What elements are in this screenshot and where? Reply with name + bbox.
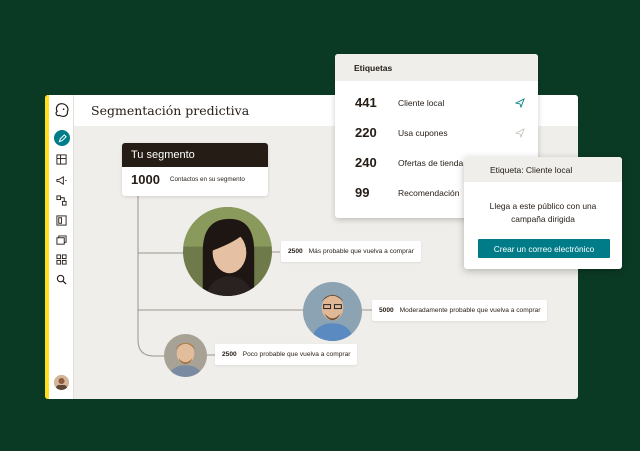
label-row-coupons[interactable]: 220 Usa cupones xyxy=(355,125,525,140)
labels-panel-title: Etiquetas xyxy=(335,54,538,81)
tag-likely-count: 2500 xyxy=(288,248,303,255)
send-icon[interactable] xyxy=(515,127,525,138)
popover-title: Etiqueta: Cliente local xyxy=(464,157,622,182)
label-name: Usa cupones xyxy=(398,127,448,138)
label-name: Cliente local xyxy=(398,97,445,108)
customer-photo-likely xyxy=(183,207,272,296)
tag-unlikely[interactable]: 2500 Poco probable que vuelva a comprar xyxy=(215,344,358,365)
segment-card[interactable]: Tu segmento 1000 Contactos en su segment… xyxy=(122,143,268,196)
label-count: 220 xyxy=(355,125,377,140)
segment-count: 1000 xyxy=(131,172,160,187)
customer-photo-moderate xyxy=(303,282,362,341)
create-email-button[interactable]: Crear un correo electrónico xyxy=(478,239,610,258)
tag-likely-text: Más probable que vuelva a comprar xyxy=(308,248,414,255)
tag-likely[interactable]: 2500 Más probable que vuelva a comprar xyxy=(281,241,421,262)
segment-card-title: Tu segmento xyxy=(122,143,268,167)
segment-caption: Contactos en su segmento xyxy=(169,176,245,183)
popover-text: Llega a este público con una campaña dir… xyxy=(489,201,597,224)
label-count: 240 xyxy=(355,155,377,170)
label-count: 441 xyxy=(355,95,377,110)
tag-moderate-text: Moderadamente probable que vuelva a comp… xyxy=(399,307,541,314)
tag-unlikely-text: Poco probable que vuelva a comprar xyxy=(242,351,351,358)
customer-photo-unlikely xyxy=(164,334,207,377)
tag-moderate-count: 5000 xyxy=(379,307,394,314)
label-row-local-customer[interactable]: 441 Cliente local xyxy=(355,95,525,110)
tag-unlikely-count: 2500 xyxy=(222,351,237,358)
label-count: 99 xyxy=(355,185,370,200)
tag-moderate[interactable]: 5000 Moderadamente probable que vuelva a… xyxy=(372,300,548,321)
send-icon[interactable] xyxy=(515,97,525,108)
label-popover: Etiqueta: Cliente local Llega a este púb… xyxy=(464,157,622,269)
